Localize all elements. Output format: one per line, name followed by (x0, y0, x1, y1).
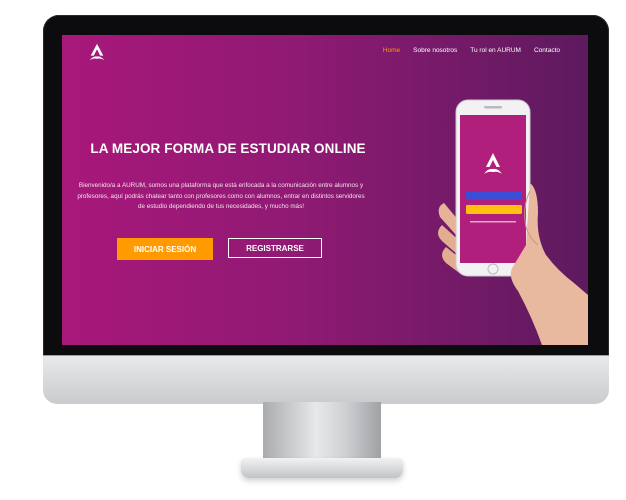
nav-contacto[interactable]: Contacto (534, 47, 560, 54)
aurum-logo-icon[interactable] (88, 43, 106, 61)
register-button[interactable]: REGISTRARSE (228, 238, 322, 258)
hero-intro-text: Bienvenido/a a AURUM, somos una platafor… (77, 182, 365, 210)
nav-tu-rol[interactable]: Tu rol en AURUM (470, 47, 521, 54)
nav-home[interactable]: Home (383, 47, 400, 54)
top-nav: Home Sobre nosotros Tu rol en AURUM Cont… (383, 47, 560, 54)
monitor-stand-neck (263, 402, 381, 460)
login-button[interactable]: INICIAR SESIÓN (117, 238, 213, 260)
hand-holding-phone-illustration (438, 99, 588, 345)
monitor-stand-base (241, 458, 403, 478)
monitor-chin (43, 355, 609, 404)
website-screen: Home Sobre nosotros Tu rol en AURUM Cont… (62, 35, 588, 345)
nav-sobre-nosotros[interactable]: Sobre nosotros (413, 47, 457, 54)
hero-title: LA MEJOR FORMA DE ESTUDIAR ONLINE (90, 141, 366, 156)
